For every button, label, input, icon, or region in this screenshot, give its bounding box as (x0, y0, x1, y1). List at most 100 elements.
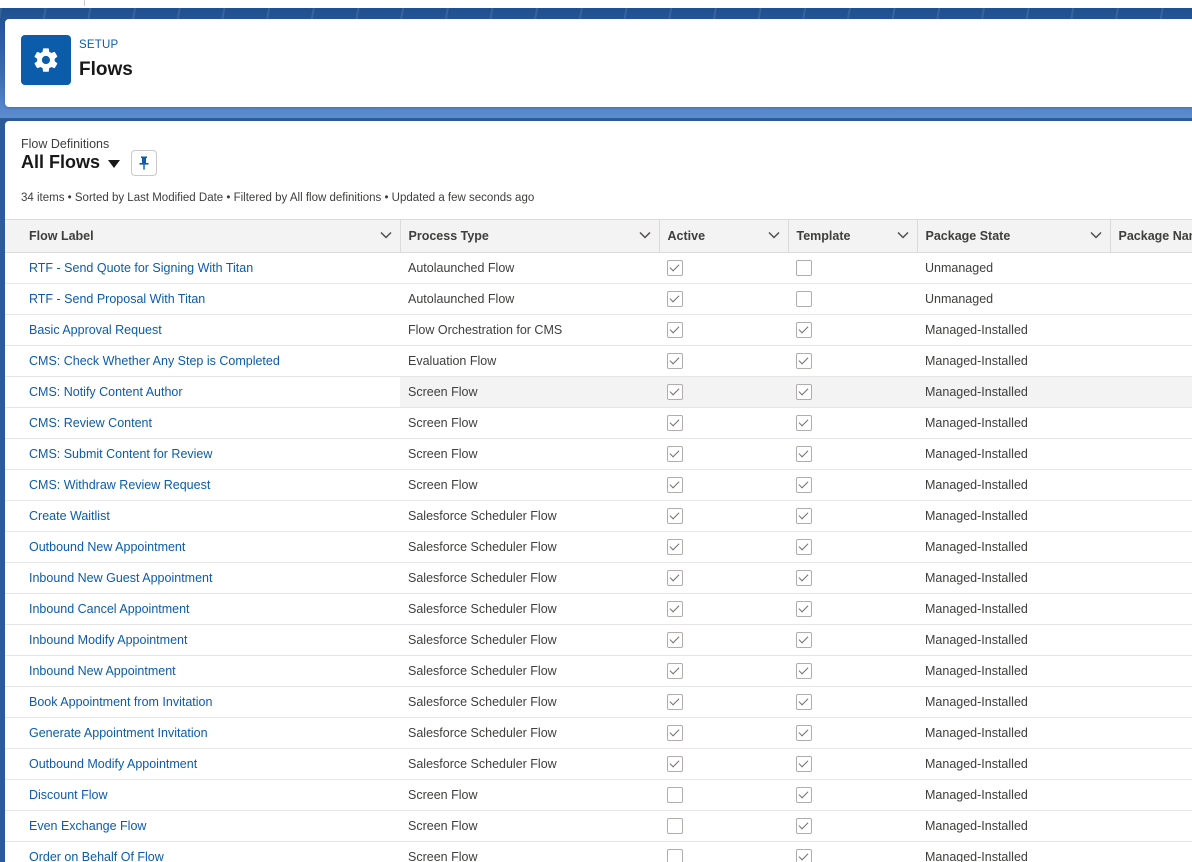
column-header-package-name[interactable]: Package Name (1109, 219, 1192, 253)
table-row[interactable]: Inbound Cancel Appointment Salesforce Sch… (5, 593, 1192, 625)
flow-label-link[interactable]: Outbound New Appointment (29, 540, 185, 554)
list-view-selector[interactable]: All Flows (21, 152, 121, 173)
flow-label-link[interactable]: Inbound Modify Appointment (29, 633, 187, 647)
cell-package-state: Managed-Installed (917, 407, 1110, 439)
cell-package-name (1110, 686, 1192, 718)
active-checkbox (667, 415, 683, 431)
cell-active (659, 469, 788, 501)
cell-package-name (1110, 376, 1192, 408)
chevron-down-icon[interactable] (638, 231, 651, 239)
template-checkbox (796, 415, 812, 431)
table-row[interactable]: Order on Behalf Of Flow Screen Flow Manage… (5, 841, 1192, 862)
cell-active (659, 748, 788, 780)
template-checkbox (796, 508, 812, 524)
cell-process-type: Screen Flow (400, 438, 659, 470)
table-row[interactable]: Outbound New Appointment Salesforce Sched… (5, 531, 1192, 563)
cell-template (788, 810, 917, 842)
table-row[interactable]: Even Exchange Flow Screen Flow Managed-Ins… (5, 810, 1192, 842)
template-checkbox (796, 446, 812, 462)
table-row[interactable]: CMS: Withdraw Review Request Screen Flow M… (5, 469, 1192, 501)
table-row[interactable]: Inbound New Guest Appointment Salesforce … (5, 562, 1192, 594)
template-checkbox (796, 353, 812, 369)
flow-label-link[interactable]: CMS: Check Whether Any Step is Completed (29, 354, 280, 368)
cell-active (659, 841, 788, 862)
flow-label-link[interactable]: Discount Flow (29, 788, 108, 802)
caret-down-icon[interactable] (108, 159, 121, 168)
column-header-active[interactable]: Active (658, 219, 788, 253)
cell-package-state: Managed-Installed (917, 593, 1110, 625)
cell-active (659, 779, 788, 811)
cell-template (788, 655, 917, 687)
table-row[interactable]: Book Appointment from Invitation Salesfor… (5, 686, 1192, 718)
active-checkbox (667, 601, 683, 617)
flow-label-link[interactable]: Create Waitlist (29, 509, 110, 523)
flows-table: Flow Label Process Type Active Template … (5, 219, 1192, 862)
chevron-down-icon[interactable] (1089, 231, 1102, 239)
flow-label-link[interactable]: CMS: Submit Content for Review (29, 447, 212, 461)
active-checkbox (667, 446, 683, 462)
cell-active (659, 345, 788, 377)
flow-label-link[interactable]: Basic Approval Request (29, 323, 162, 337)
table-row[interactable]: Create Waitlist Salesforce Scheduler Flow… (5, 500, 1192, 532)
cell-flow-label: CMS: Review Content (5, 407, 400, 439)
cell-flow-label: Inbound Cancel Appointment (5, 593, 400, 625)
template-checkbox (796, 632, 812, 648)
cell-process-type: Evaluation Flow (400, 345, 659, 377)
table-row[interactable]: RTF - Send Quote for Signing With Titan A… (5, 252, 1192, 284)
table-row[interactable]: Inbound Modify Appointment Salesforce Sch… (5, 624, 1192, 656)
cell-package-name (1110, 314, 1192, 346)
cell-flow-label: Outbound Modify Appointment (5, 748, 400, 780)
flow-label-link[interactable]: Even Exchange Flow (29, 819, 146, 833)
chevron-down-icon[interactable] (767, 231, 780, 239)
chevron-down-icon[interactable] (379, 231, 392, 239)
flow-label-link[interactable]: Inbound New Appointment (29, 664, 176, 678)
pin-icon (139, 156, 149, 170)
flow-label-link[interactable]: Generate Appointment Invitation (29, 726, 208, 740)
table-row[interactable]: Basic Approval Request Flow Orchestration… (5, 314, 1192, 346)
table-row[interactable]: CMS: Notify Content Author Screen Flow Man… (5, 376, 1192, 408)
flow-label-link[interactable]: Book Appointment from Invitation (29, 695, 212, 709)
flow-label-link[interactable]: Inbound New Guest Appointment (29, 571, 212, 585)
column-header-flow-label[interactable]: Flow Label (5, 219, 400, 253)
pin-button[interactable] (131, 150, 157, 176)
cell-flow-label: RTF - Send Proposal With Titan (5, 283, 400, 315)
cell-package-state: Managed-Installed (917, 500, 1110, 532)
flow-label-link[interactable]: Inbound Cancel Appointment (29, 602, 190, 616)
cell-package-name (1110, 593, 1192, 625)
table-row[interactable]: RTF - Send Proposal With Titan Autolaunch… (5, 283, 1192, 315)
table-row[interactable]: Inbound New Appointment Salesforce Schedu… (5, 655, 1192, 687)
table-row[interactable]: CMS: Submit Content for Review Screen Flo… (5, 438, 1192, 470)
flow-label-link[interactable]: Outbound Modify Appointment (29, 757, 197, 771)
table-row[interactable]: Discount Flow Screen Flow Managed-Installe… (5, 779, 1192, 811)
cell-flow-label: RTF - Send Quote for Signing With Titan (5, 252, 400, 284)
table-row[interactable]: Outbound Modify Appointment Salesforce Sc… (5, 748, 1192, 780)
flow-label-link[interactable]: Order on Behalf Of Flow (29, 850, 164, 862)
cell-flow-label: Basic Approval Request (5, 314, 400, 346)
cell-package-name (1110, 748, 1192, 780)
cell-package-state: Managed-Installed (917, 469, 1110, 501)
breadcrumb: SETUP (79, 39, 119, 51)
table-row[interactable]: Generate Appointment Invitation Salesforc… (5, 717, 1192, 749)
column-header-process-type[interactable]: Process Type (399, 219, 659, 253)
chevron-down-icon[interactable] (896, 231, 909, 239)
flow-label-link[interactable]: CMS: Review Content (29, 416, 152, 430)
table-row[interactable]: CMS: Check Whether Any Step is Completed… (5, 345, 1192, 377)
cell-package-name (1110, 407, 1192, 439)
template-checkbox (796, 725, 812, 741)
flow-label-link[interactable]: RTF - Send Proposal With Titan (29, 292, 205, 306)
cell-process-type: Autolaunched Flow (400, 283, 659, 315)
cell-active (659, 283, 788, 315)
flow-label-link[interactable]: CMS: Notify Content Author (29, 385, 183, 399)
cell-package-name (1110, 810, 1192, 842)
active-checkbox (667, 353, 683, 369)
flow-label-link[interactable]: CMS: Withdraw Review Request (29, 478, 210, 492)
gear-icon (21, 35, 71, 85)
cell-active (659, 407, 788, 439)
column-header-label: Process Type (408, 229, 489, 243)
cell-process-type: Screen Flow (400, 810, 659, 842)
column-header-template[interactable]: Template (787, 219, 917, 253)
flow-label-link[interactable]: RTF - Send Quote for Signing With Titan (29, 261, 253, 275)
column-header-package-state[interactable]: Package State (916, 219, 1110, 253)
table-row[interactable]: CMS: Review Content Screen Flow Managed-In… (5, 407, 1192, 439)
cell-flow-label: CMS: Submit Content for Review (5, 438, 400, 470)
